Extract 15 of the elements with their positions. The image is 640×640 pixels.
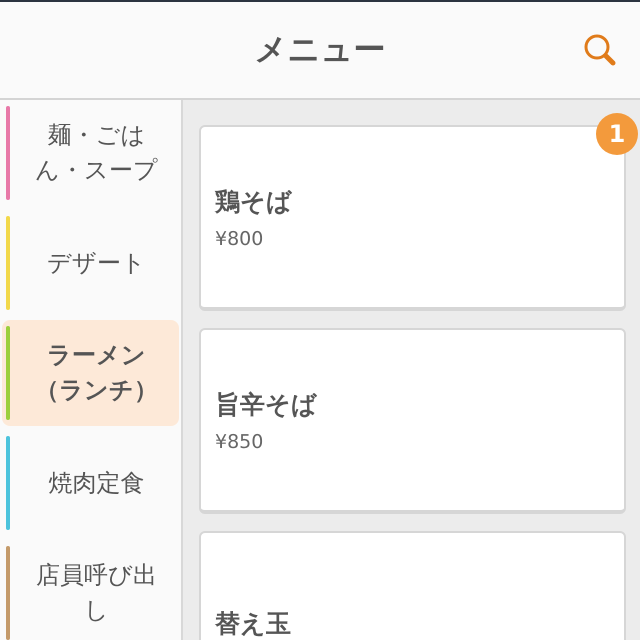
category-tab[interactable]: 焼肉定食 (2, 430, 179, 536)
item-name: 旨辛そば (215, 388, 318, 420)
item-price: ¥800 (215, 228, 264, 250)
item-price: ¥850 (215, 430, 264, 452)
search-icon (582, 32, 618, 68)
menu-item-card[interactable]: 旨辛そば ¥850 (199, 328, 626, 514)
quantity-badge: 1 (596, 113, 638, 155)
category-tab[interactable]: 麺・ごはん・スープ (2, 100, 179, 206)
item-name: 鶏そば (215, 186, 293, 218)
item-name: 替え玉 (215, 608, 292, 640)
category-tab[interactable]: デザート (2, 210, 179, 316)
category-tab[interactable]: 店員呼び出し (2, 540, 179, 640)
category-tab[interactable]: ラーメン（ランチ） (2, 320, 179, 426)
header-title: メニュー (254, 29, 386, 70)
menu-item-card[interactable]: 替え玉 (199, 531, 626, 640)
